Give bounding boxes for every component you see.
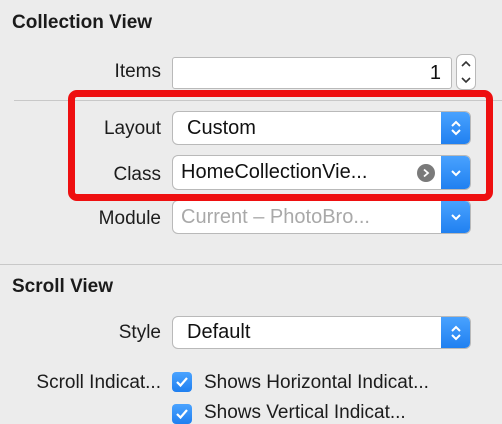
vertical-indicator-label[interactable]: Shows Vertical Indicat... <box>204 402 406 424</box>
vertical-indicator-checkbox[interactable] <box>172 404 192 424</box>
collection-view-section-title: Collection View <box>12 12 153 33</box>
items-stepper[interactable] <box>456 54 476 90</box>
horizontal-indicator-label[interactable]: Shows Horizontal Indicat... <box>204 372 429 394</box>
checkmark-icon <box>176 377 188 388</box>
scroll-view-section-title: Scroll View <box>12 276 114 297</box>
style-popup-value: Default <box>187 321 251 343</box>
items-field[interactable]: 1 <box>172 57 452 89</box>
go-to-arrow-icon[interactable] <box>417 164 435 182</box>
updown-chevron-icon[interactable] <box>441 317 470 348</box>
module-combo-box[interactable]: Current – PhotoBro... <box>172 200 471 234</box>
chevron-down-icon[interactable] <box>441 201 470 233</box>
layout-popup[interactable]: Custom <box>172 111 471 145</box>
layout-label: Layout <box>103 118 161 139</box>
class-label: Class <box>113 164 161 185</box>
horizontal-indicator-checkbox[interactable] <box>172 372 192 392</box>
module-label: Module <box>98 208 161 229</box>
style-popup[interactable]: Default <box>172 316 471 349</box>
updown-chevron-icon[interactable] <box>441 112 470 144</box>
class-combo-box[interactable]: HomeCollectionVie... <box>172 155 471 190</box>
section-divider <box>0 264 502 265</box>
stepper-up-icon[interactable] <box>457 55 475 72</box>
scroll-indicators-label: Scroll Indicat... <box>36 372 161 393</box>
stepper-down-icon[interactable] <box>457 72 475 89</box>
style-label: Style <box>118 322 161 343</box>
items-label: Items <box>114 61 161 82</box>
chevron-down-icon[interactable] <box>441 156 470 189</box>
checkmark-icon <box>176 409 188 420</box>
section-divider <box>14 100 502 101</box>
layout-popup-value: Custom <box>187 116 256 139</box>
attributes-inspector: Collection View Items 1 Layout Custom Cl… <box>0 0 502 424</box>
module-field-value[interactable]: Current – PhotoBro... <box>181 201 370 233</box>
class-field-value[interactable]: HomeCollectionVie... <box>181 156 367 189</box>
